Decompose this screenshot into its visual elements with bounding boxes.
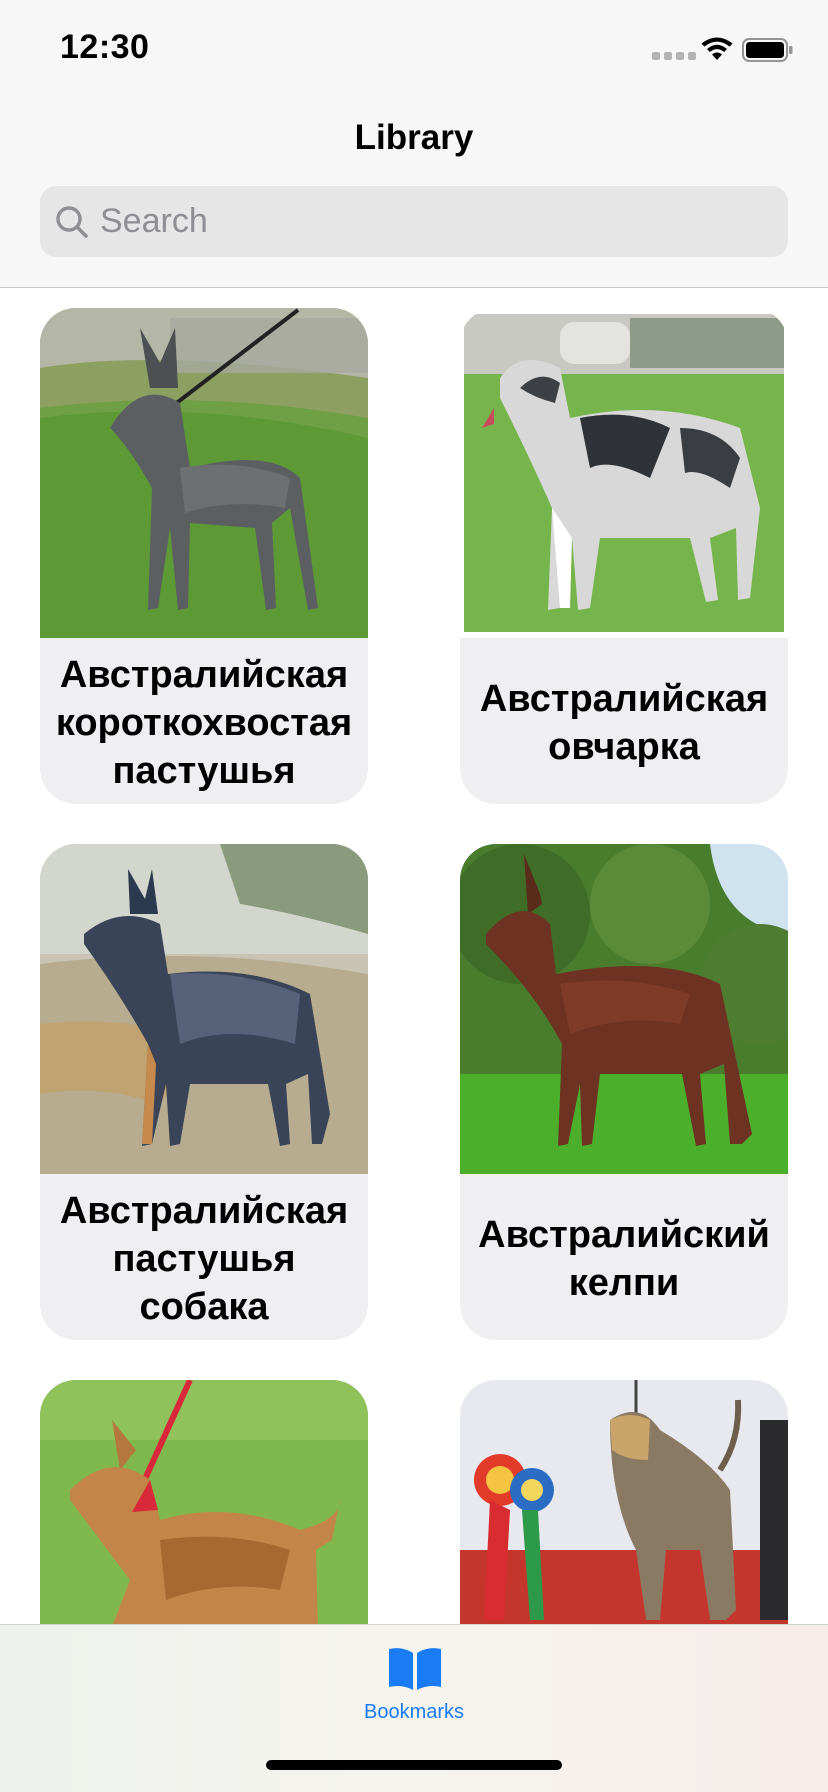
home-indicator[interactable] xyxy=(266,1760,562,1770)
terrier-photo xyxy=(40,1380,368,1624)
breed-card[interactable]: Австралийская пастушья собака xyxy=(40,844,368,1340)
breed-name: Австралийская пастушья собака xyxy=(59,1190,349,1328)
status-time: 12:30 xyxy=(60,28,150,66)
breed-name: Австралийская овчарка xyxy=(479,678,769,768)
breed-card[interactable]: Австралийская овчарка xyxy=(460,308,788,804)
search-bar[interactable] xyxy=(40,186,788,257)
breed-card[interactable] xyxy=(460,1380,788,1624)
breed-grid[interactable]: Австралийская короткохвостая пастушья Ав… xyxy=(0,288,828,1624)
breed-name: Австралийский келпи xyxy=(478,1214,770,1304)
tab-bookmarks[interactable]: Bookmarks xyxy=(354,1639,474,1739)
status-bar: 12:30 xyxy=(0,0,828,100)
breed-name: Австралийская короткохвостая пастушья xyxy=(55,654,353,792)
blue-heeler-photo xyxy=(40,844,368,1174)
search-icon xyxy=(56,206,88,238)
book-icon xyxy=(389,1648,441,1690)
silky-terrier-photo xyxy=(460,1380,788,1624)
merle-shepherd-photo xyxy=(460,308,788,638)
breed-card[interactable]: Австралийская короткохвостая пастушья xyxy=(40,308,368,804)
library-screen: 12:30 Library Search Австралийская корот… xyxy=(0,0,828,1792)
battery-icon xyxy=(742,38,793,62)
wifi-icon xyxy=(701,37,733,60)
tab-label: Bookmarks xyxy=(363,1701,465,1723)
breed-card[interactable]: Австралийский келпи xyxy=(460,844,788,1340)
breed-card[interactable] xyxy=(40,1380,368,1624)
header: 12:30 Library xyxy=(0,0,828,288)
search-input[interactable] xyxy=(100,186,760,257)
cellular-signal-icon xyxy=(652,52,696,60)
grey-cattle-dog-photo xyxy=(40,308,368,638)
brown-kelpie-photo xyxy=(460,844,788,1174)
page-title: Library xyxy=(354,118,474,157)
